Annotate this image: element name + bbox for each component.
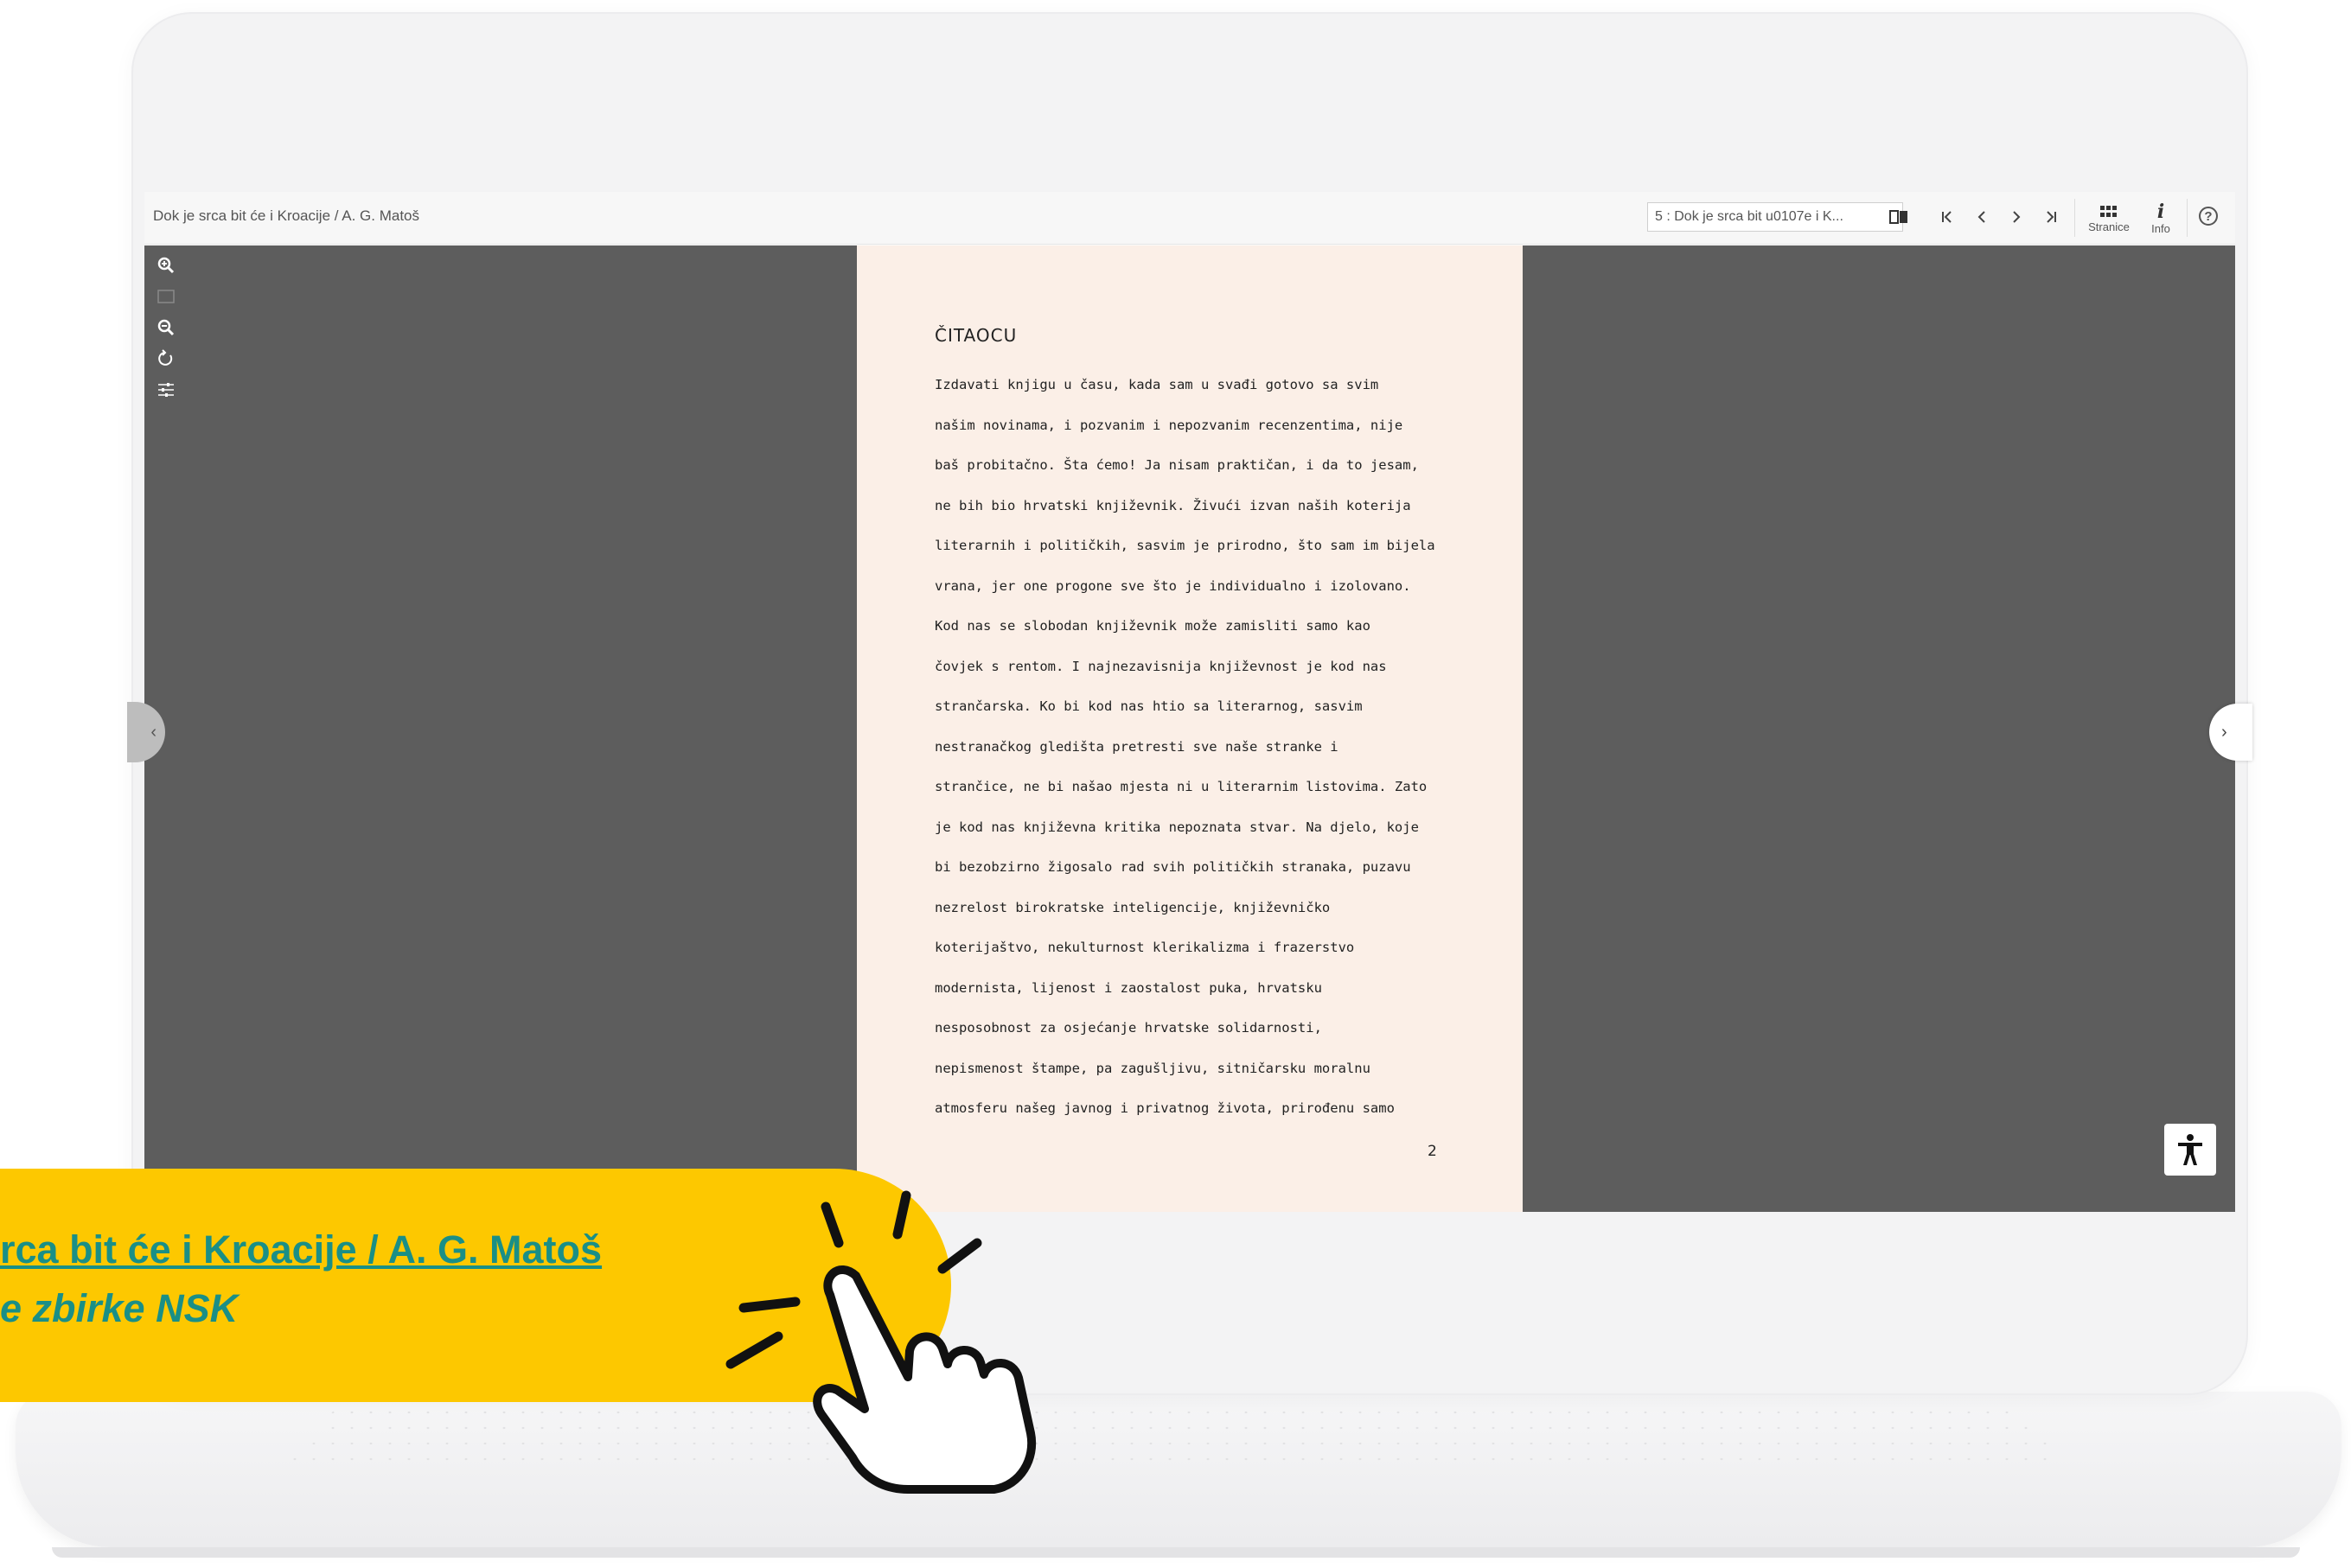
page-text-line: strančice, ne bi našao mjesta ni u liter… xyxy=(935,779,1428,794)
page-text-line: nepismenost štampe, pa zagušljivu, sitni… xyxy=(935,1060,1370,1076)
prev-page-icon[interactable] xyxy=(1967,202,1996,232)
info-button[interactable]: i Info xyxy=(2142,197,2180,240)
document-link[interactable]: rca bit će i Kroacije / A. G. Matoš xyxy=(0,1227,602,1272)
page-text-line: koterijaštvo, nekulturnost klerikalizma … xyxy=(935,940,1355,955)
document-page: ČITAOCU Izdavati knjigu u času, kada sam… xyxy=(857,245,1523,1212)
laptop-base-edge xyxy=(52,1547,2300,1558)
info-button-label: Info xyxy=(2151,221,2170,235)
page-text-line: ne bih bio hrvatski književnik. Živući i… xyxy=(935,497,1411,513)
next-page-arrow[interactable]: › xyxy=(2209,704,2252,761)
page-text: Izdavati knjigu u času, kada sam u svađi… xyxy=(935,377,1488,1141)
toolbar-separator xyxy=(2074,199,2075,237)
page-text-line: baš probitačno. Šta ćemo! Ja nisam prakt… xyxy=(935,457,1419,473)
pointing-hand-icon xyxy=(725,1190,1037,1494)
book-icon[interactable] xyxy=(1884,202,1913,232)
page-text-line: našim novinama, i pozvanim i nepozvanim … xyxy=(935,417,1403,433)
page-text-line: nesposobnost za osjećanje hrvatske solid… xyxy=(935,1020,1322,1036)
page-text-line: atmosferu našeg javnog i privatnog život… xyxy=(935,1100,1395,1116)
side-toolbar xyxy=(153,256,179,399)
fit-page-icon[interactable] xyxy=(157,287,176,306)
last-page-icon[interactable] xyxy=(2036,202,2066,232)
first-page-icon[interactable] xyxy=(1933,202,1962,232)
page-text-line: Kod nas se slobodan književnik može zami… xyxy=(935,618,1370,634)
page-select[interactable]: 5 : Dok je srca bit u0107e i K... xyxy=(1647,202,1903,232)
zoom-out-icon[interactable] xyxy=(157,318,176,337)
grid-icon xyxy=(2100,205,2117,217)
viewer-screen: Dok je srca bit će i Kroacije / A. G. Ma… xyxy=(127,192,2252,1212)
toolbar-separator xyxy=(2187,199,2188,237)
pages-button[interactable]: Stranice xyxy=(2081,197,2137,240)
document-title: Dok je srca bit će i Kroacije / A. G. Ma… xyxy=(153,207,420,224)
page-text-line: čovjek s rentom. I najnezavisnija knjiže… xyxy=(935,658,1387,674)
page-canvas: ČITAOCU Izdavati knjigu u času, kada sam… xyxy=(127,245,2252,1212)
page-text-line: bi bezobzirno žigosalo rad svih političk… xyxy=(935,859,1411,875)
page-number: 2 xyxy=(1428,1143,1437,1160)
callout-subtitle: e zbirke NSK xyxy=(0,1286,239,1330)
accessibility-icon xyxy=(2178,1134,2202,1165)
pages-button-label: Stranice xyxy=(2088,220,2130,233)
page-text-line: literarnih i političkih, sasvim je priro… xyxy=(935,538,1435,553)
info-icon: i xyxy=(2156,200,2165,223)
previous-page-arrow[interactable]: ‹ xyxy=(127,702,165,762)
page-text-line: strančarska. Ko bi kod nas htio sa liter… xyxy=(935,698,1363,714)
page-text-line: je kod nas književna kritika nepoznata s… xyxy=(935,819,1419,835)
next-page-icon[interactable] xyxy=(2002,202,2031,232)
adjust-icon[interactable] xyxy=(157,380,176,399)
rotate-icon[interactable] xyxy=(157,349,176,368)
page-heading: ČITAOCU xyxy=(935,325,1018,346)
accessibility-button[interactable] xyxy=(2164,1124,2216,1176)
zoom-in-icon[interactable] xyxy=(157,256,176,275)
help-icon[interactable]: ? xyxy=(2199,207,2218,226)
page-text-line: vrana, jer one progone sve što je indivi… xyxy=(935,577,1411,594)
page-text-line: Izdavati knjigu u času, kada sam u svađi… xyxy=(935,377,1379,392)
page-text-line: modernista, lijenost i zaostalost puka, … xyxy=(935,979,1322,996)
laptop-keyboard xyxy=(285,1405,2067,1465)
page-text-line: nezrelost birokratske inteligencije, knj… xyxy=(935,899,1331,915)
page-text-line: nestranačkog gledišta pretresti sve naše… xyxy=(935,738,1338,755)
viewer-toolbar: Dok je srca bit će i Kroacije / A. G. Ma… xyxy=(144,192,2235,245)
